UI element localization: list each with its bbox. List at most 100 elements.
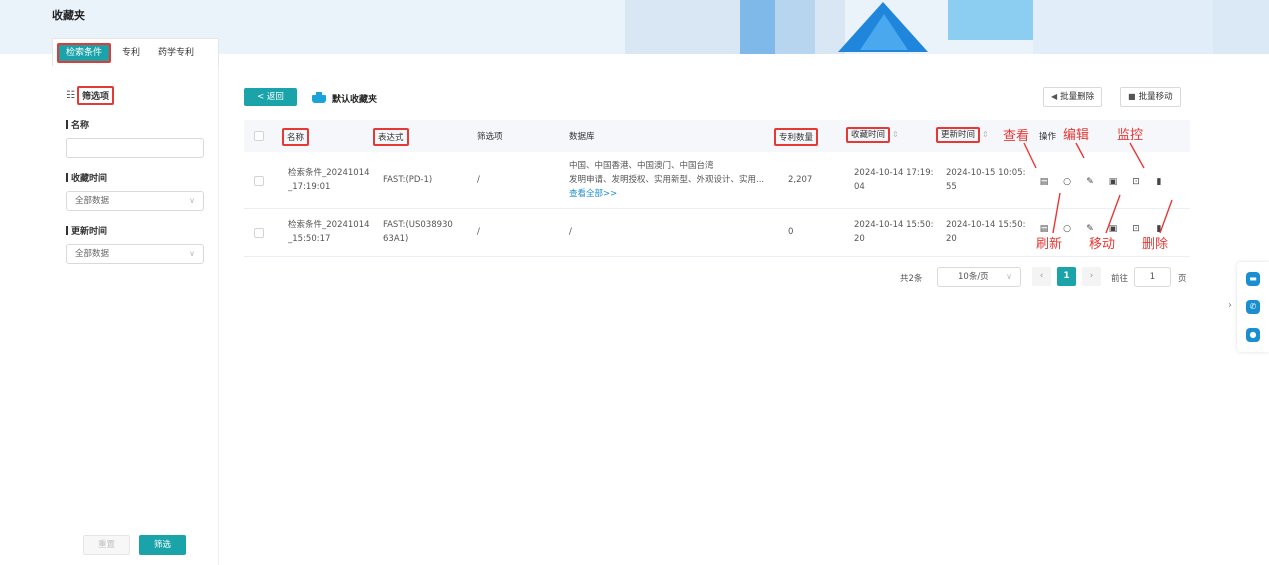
filter-title-label: 筛选项 — [76, 86, 114, 105]
collect-time-label: 收藏时间 — [66, 171, 107, 184]
col-filter-items: 筛选项 — [477, 132, 503, 142]
row-update-time: 2024-10-14 15:50: 20 — [946, 218, 1025, 246]
row-collect-time-line: 2024-10-14 15:50: — [854, 220, 934, 230]
page-number-current[interactable]: 1 — [1057, 267, 1076, 286]
row-name-line: 检索条件_20241014 — [288, 220, 370, 230]
phone-icon[interactable]: ✆ — [1246, 300, 1260, 314]
wechat-icon[interactable]: ● — [1246, 328, 1260, 342]
row-name-line: _17:19:01 — [288, 182, 331, 192]
row-update-time-line: 2024-10-14 15:50: — [946, 220, 1026, 230]
collect-time-value: 全部数据 — [75, 196, 110, 206]
chevron-right-icon[interactable]: › — [1228, 300, 1232, 311]
row-expression-line: 63A1) — [383, 234, 409, 244]
row-name: 检索条件_20241014 _17:19:01 — [288, 166, 370, 194]
annotation-move: 移动 — [1089, 237, 1116, 252]
view-icon[interactable]: ▤ — [1039, 177, 1049, 187]
table-row: 检索条件_20241014 _17:19:01 FAST:(PD-1) / 中国… — [244, 152, 1190, 209]
row-filter-items: / — [477, 175, 480, 185]
edit-icon[interactable]: ✎ — [1085, 177, 1095, 187]
move-folder-icon: ■ — [1128, 92, 1136, 101]
filter-panel: ☷ 筛选项 名称 收藏时间 全部数据 ∨ 更新时间 全部数据 ∨ 重置 筛选 — [52, 66, 219, 565]
row-database: 中国、中国香港、中国澳门、中国台湾 发明申请、发明授权、实用新型、外观设计、实用… — [569, 159, 764, 201]
col-actions: 操作 — [1039, 132, 1057, 142]
row-database: / — [569, 227, 572, 237]
col-name: 名称 — [282, 128, 310, 146]
row-database-line: 发明申请、发明授权、实用新型、外观设计、实用... — [569, 175, 765, 185]
header-decoration — [1033, 0, 1213, 54]
row-name-line: 检索条件_20241014 — [288, 168, 370, 178]
col-update-time[interactable]: 更新时间 ⇕ — [936, 127, 989, 143]
row-expression-line: FAST:(US038930 — [383, 220, 453, 230]
tab-patents[interactable]: 专利 — [115, 43, 147, 63]
sort-icon: ⇕ — [982, 130, 989, 139]
page-unit-label: 页 — [1178, 274, 1187, 284]
page: 收藏夹 检索条件 专利 药学专利 ☷ 筛选项 名称 收藏时间 全部数据 ∨ 更新… — [0, 0, 1269, 565]
row-patent-count: 2,207 — [788, 175, 813, 185]
name-input[interactable] — [66, 138, 204, 158]
chevron-down-icon: ∨ — [1006, 272, 1012, 281]
row-checkbox[interactable] — [254, 228, 264, 238]
select-all-checkbox[interactable] — [254, 131, 264, 141]
goto-label: 前往 — [1111, 274, 1129, 284]
tab-pharma-patents[interactable]: 药学专利 — [151, 43, 201, 63]
filter-title: ☷ 筛选项 — [66, 86, 114, 105]
col-expression: 表达式 — [373, 128, 409, 146]
row-checkbox[interactable] — [254, 176, 264, 186]
annotation-refresh: 刷新 — [1036, 237, 1063, 252]
row-filter-items: / — [477, 227, 480, 237]
move-icon[interactable]: ▣ — [1108, 177, 1118, 187]
left-tabs: 检索条件 专利 药学专利 — [52, 38, 219, 66]
prev-page-button[interactable]: ‹ — [1032, 267, 1051, 286]
tab-search-conditions[interactable]: 检索条件 — [57, 42, 112, 63]
annotation-delete: 删除 — [1142, 237, 1169, 252]
row-update-time-line: 2024-10-15 10:05: — [946, 168, 1026, 178]
collect-time-select[interactable]: 全部数据 ∨ — [66, 191, 204, 211]
refresh-icon[interactable]: ○ — [1062, 177, 1072, 187]
folder-name: 默认收藏夹 — [332, 95, 378, 105]
row-expression: FAST:(PD-1) — [383, 175, 433, 185]
row-update-time-line: 55 — [946, 182, 957, 192]
next-page-button[interactable]: › — [1082, 267, 1101, 286]
page-title: 收藏夹 — [52, 9, 85, 22]
row-name: 检索条件_20241014 _15:50:17 — [288, 218, 370, 246]
pagination-total: 共2条 — [900, 274, 923, 284]
col-patent-count: 专利数量 — [774, 128, 819, 146]
monitor-icon[interactable]: ⊡ — [1131, 224, 1141, 234]
col-collect-time[interactable]: 收藏时间 ⇕ — [846, 127, 899, 143]
refresh-icon[interactable]: ○ — [1062, 224, 1072, 234]
row-collect-time-line: 04 — [854, 182, 865, 192]
reset-button[interactable]: 重置 — [83, 535, 130, 555]
goto-page-input[interactable]: 1 — [1134, 267, 1171, 287]
row-collect-time: 2024-10-14 15:50: 20 — [854, 218, 933, 246]
floating-contact-bar: ▬ ✆ ● — [1237, 262, 1269, 352]
folder-icon — [312, 91, 326, 103]
back-button[interactable]: < 返回 — [244, 88, 297, 106]
update-time-select[interactable]: 全部数据 ∨ — [66, 244, 204, 264]
delete-icon[interactable]: ▮ — [1154, 177, 1164, 187]
chevron-down-icon: ∨ — [189, 196, 195, 205]
delete-icon: ◀ — [1051, 92, 1058, 101]
row-collect-time-line: 2024-10-14 17:19: — [854, 168, 934, 178]
folder-title: 默认收藏夹 — [312, 91, 378, 105]
row-actions: ▤ ○ ✎ ▣ ⊡ ▮ — [1039, 177, 1164, 187]
page-size-value: 10条/页 — [958, 272, 989, 282]
view-all-link[interactable]: 查看全部>> — [569, 187, 764, 201]
chat-icon[interactable]: ▬ — [1246, 272, 1260, 286]
row-expression: FAST:(US038930 63A1) — [383, 218, 453, 246]
row-update-time: 2024-10-15 10:05: 55 — [946, 166, 1025, 194]
bulk-delete-button[interactable]: ◀ 批量删除 — [1043, 87, 1103, 107]
name-label: 名称 — [66, 118, 89, 131]
header-decoration — [740, 0, 775, 54]
page-size-select[interactable]: 10条/页 ∨ — [937, 267, 1021, 287]
monitor-icon[interactable]: ⊡ — [1131, 177, 1141, 187]
annotation-view: 查看 — [1003, 129, 1030, 144]
header-pyramid-highlight — [860, 14, 908, 50]
row-collect-time-line: 20 — [854, 234, 865, 244]
header-decoration — [1213, 0, 1269, 54]
filter-button[interactable]: 筛选 — [139, 535, 186, 555]
update-time-label: 更新时间 — [66, 224, 107, 237]
row-patent-count: 0 — [788, 227, 794, 237]
annotation-edit: 编辑 — [1063, 128, 1090, 143]
sort-icon: ⇕ — [892, 130, 899, 139]
bulk-move-button[interactable]: ■ 批量移动 — [1120, 87, 1181, 107]
